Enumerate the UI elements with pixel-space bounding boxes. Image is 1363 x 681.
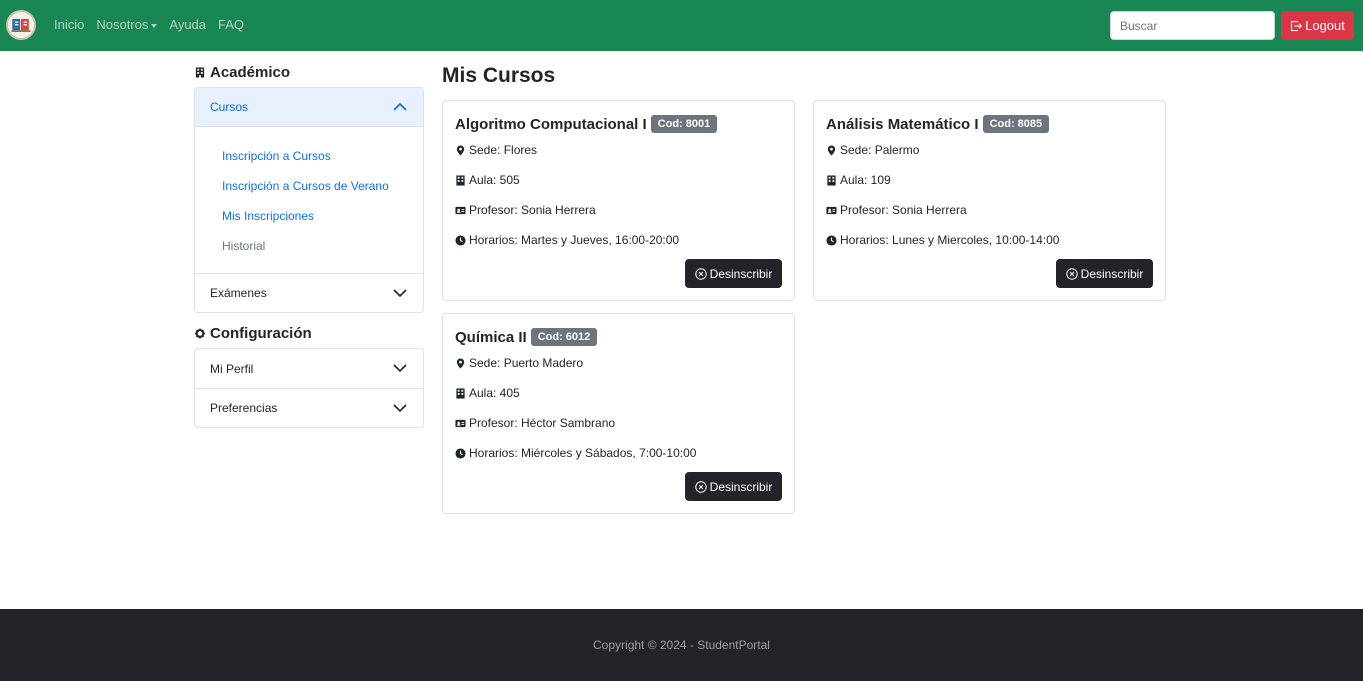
link-mis-inscripciones[interactable]: Mis Inscripciones (222, 201, 423, 231)
accordion-header-label: Cursos (210, 100, 249, 114)
logout-label: Logout (1305, 18, 1345, 33)
unsubscribe-button[interactable]: Desinscribir (1056, 259, 1153, 288)
building-icon (195, 67, 205, 78)
clock-icon (455, 447, 466, 459)
nav-link-inicio[interactable]: Inicio (54, 17, 84, 32)
gear-icon (195, 328, 205, 339)
chevron-up-icon (393, 102, 407, 111)
course-title-row: Química II Cod: 6012 (455, 328, 598, 346)
course-sede: Sede: Palermo (826, 143, 919, 157)
section-title-label: Configuración (210, 325, 312, 342)
section-title-configuracion: Configuración (195, 325, 312, 342)
course-horarios-text: Horarios: Martes y Jueves, 16:00-20:00 (469, 233, 680, 247)
nav-link-ayuda[interactable]: Ayuda (169, 17, 206, 32)
person-badge-icon (826, 206, 837, 214)
nav-dropdown-label: Nosotros (96, 17, 149, 32)
x-circle-icon (1065, 267, 1078, 280)
section-title-academico: Académico (195, 64, 290, 81)
top-navbar: Inicio Nosotros Ayuda FAQ Logout (0, 0, 1363, 51)
logout-button[interactable]: Logout (1281, 11, 1354, 40)
footer: Copyright © 2024 - StudentPortal (0, 609, 1363, 681)
building-icon (456, 387, 465, 399)
unsubscribe-label: Desinscribir (709, 479, 773, 494)
link-inscripcion-verano[interactable]: Inscripción a Cursos de Verano (222, 171, 423, 201)
accordion-header-examenes[interactable]: Exámenes (195, 273, 423, 312)
course-profesor-text: Profesor: Sonia Herrera (840, 203, 967, 217)
course-profesor: Profesor: Sonia Herrera (455, 203, 596, 217)
unsubscribe-button[interactable]: Desinscribir (685, 472, 782, 501)
clock-icon (455, 234, 466, 246)
accordion-header-preferencias[interactable]: Preferencias (195, 388, 423, 427)
person-badge-icon (455, 206, 466, 214)
course-profesor: Profesor: Héctor Sambrano (455, 416, 615, 430)
nav-dropdown-nosotros[interactable]: Nosotros (96, 17, 158, 32)
x-circle-icon (694, 480, 707, 493)
course-code-badge: Cod: 6012 (530, 328, 598, 346)
course-name: Análisis Matemático I (826, 115, 979, 133)
accordion-body-cursos: Inscripción a Cursos Inscripción a Curso… (195, 127, 423, 273)
clock-icon (826, 234, 837, 246)
logout-icon (1291, 20, 1303, 31)
nav-links: Inicio Nosotros Ayuda FAQ (54, 17, 244, 32)
caret-down-icon (151, 23, 158, 28)
chevron-down-icon (393, 404, 407, 413)
course-card: Química II Cod: 6012 Sede: Puerto Madero… (442, 313, 795, 514)
course-code-badge: Cod: 8001 (650, 115, 718, 133)
course-aula-text: Aula: 405 (469, 386, 520, 400)
course-horarios: Horarios: Lunes y Miercoles, 10:00-14:00 (826, 233, 1059, 247)
accordion-configuracion: Mi Perfil Preferencias (194, 348, 424, 428)
course-horarios-text: Horarios: Miércoles y Sábados, 7:00-10:0… (469, 446, 697, 460)
location-pin-icon (456, 357, 465, 369)
location-pin-icon (456, 144, 465, 156)
building-icon (827, 174, 836, 186)
x-circle-icon (694, 267, 707, 280)
page-title: Mis Cursos (442, 64, 556, 87)
building-icon (456, 174, 465, 186)
course-aula-text: Aula: 505 (469, 173, 520, 187)
course-profesor-text: Profesor: Sonia Herrera (469, 203, 596, 217)
accordion-header-label: Exámenes (210, 286, 267, 300)
unsubscribe-label: Desinscribir (709, 266, 773, 281)
nav-link-faq[interactable]: FAQ (218, 17, 244, 32)
course-sede-text: Sede: Palermo (840, 143, 920, 157)
logo-icon (11, 18, 31, 32)
course-sede: Sede: Puerto Madero (455, 356, 583, 370)
course-name: Química II (455, 328, 527, 346)
course-horarios: Horarios: Miércoles y Sábados, 7:00-10:0… (455, 446, 696, 460)
unsubscribe-button[interactable]: Desinscribir (685, 259, 782, 288)
footer-copyright: Copyright © 2024 - StudentPortal (593, 638, 770, 652)
course-name: Algoritmo Computacional I (455, 115, 647, 133)
course-aula: Aula: 405 (455, 386, 520, 400)
unsubscribe-label: Desinscribir (1080, 266, 1144, 281)
course-aula-text: Aula: 109 (840, 173, 891, 187)
accordion-header-label: Mi Perfil (210, 361, 254, 376)
course-title-row: Análisis Matemático I Cod: 8085 (826, 115, 1050, 133)
accordion-header-mi-perfil[interactable]: Mi Perfil (195, 349, 423, 388)
course-code-badge: Cod: 8085 (982, 115, 1050, 133)
course-card: Algoritmo Computacional I Cod: 8001 Sede… (442, 100, 795, 301)
section-title-label: Académico (210, 64, 291, 81)
location-pin-icon (827, 144, 836, 156)
chevron-down-icon (393, 289, 407, 298)
course-aula: Aula: 505 (455, 173, 520, 187)
course-card: Análisis Matemático I Cod: 8085 Sede: Pa… (813, 100, 1166, 301)
link-inscripcion-cursos[interactable]: Inscripción a Cursos (222, 141, 423, 171)
course-profesor: Profesor: Sonia Herrera (826, 203, 967, 217)
link-historial[interactable]: Historial (222, 231, 423, 261)
chevron-down-icon (393, 364, 407, 373)
course-sede-text: Sede: Flores (469, 143, 538, 157)
accordion-header-cursos[interactable]: Cursos (195, 88, 423, 127)
course-title-row: Algoritmo Computacional I Cod: 8001 (455, 115, 718, 133)
accordion-header-label: Preferencias (210, 401, 278, 415)
search-input[interactable] (1110, 11, 1275, 40)
accordion-academico: Cursos Inscripción a Cursos Inscripción … (194, 87, 424, 313)
course-sede: Sede: Flores (455, 143, 537, 157)
course-horarios-text: Horarios: Lunes y Miercoles, 10:00-14:00 (840, 233, 1060, 247)
person-badge-icon (455, 419, 466, 427)
course-sede-text: Sede: Puerto Madero (469, 356, 584, 370)
course-profesor-text: Profesor: Héctor Sambrano (469, 416, 616, 430)
student-portal-logo[interactable] (6, 10, 36, 40)
course-aula: Aula: 109 (826, 173, 891, 187)
course-horarios: Horarios: Martes y Jueves, 16:00-20:00 (455, 233, 679, 247)
